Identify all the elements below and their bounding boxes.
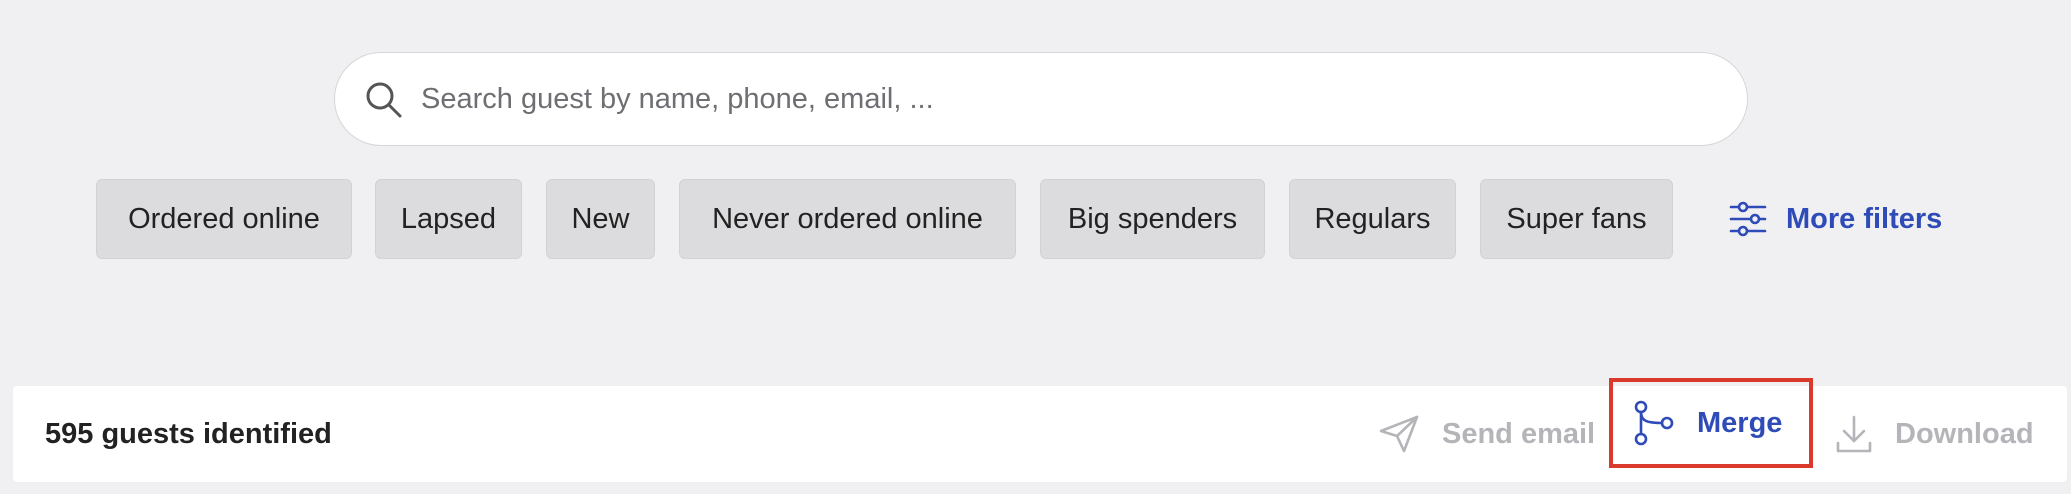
more-filters-label: More filters xyxy=(1786,202,1943,235)
filter-chip-lapsed[interactable]: Lapsed xyxy=(375,179,522,259)
filter-chip-label: Super fans xyxy=(1506,202,1647,235)
send-email-label: Send email xyxy=(1442,417,1596,450)
search-icon xyxy=(366,82,402,118)
results-toolbar: 595 guests identified Send email Merge D… xyxy=(13,378,2067,482)
guest-count: 595 guests identified xyxy=(45,417,332,450)
filter-chip-never-ordered-online[interactable]: Never ordered online xyxy=(679,179,1016,259)
search-input[interactable] xyxy=(421,53,1711,145)
sliders-icon xyxy=(1729,201,1767,237)
merge-button[interactable]: Merge xyxy=(1633,378,1782,468)
filter-chip-label: Ordered online xyxy=(128,202,320,235)
filter-chip-super-fans[interactable]: Super fans xyxy=(1480,179,1673,259)
filter-chip-label: Regulars xyxy=(1314,202,1431,235)
filter-chip-label: Never ordered online xyxy=(712,202,983,235)
filter-chip-label: Big spenders xyxy=(1067,202,1238,235)
merge-label: Merge xyxy=(1697,406,1783,439)
merge-icon xyxy=(1634,400,1674,446)
more-filters-button[interactable]: More filters xyxy=(1728,179,1942,259)
filter-chip-label: New xyxy=(571,202,630,235)
download-label: Download xyxy=(1895,417,2034,450)
filter-chip-new[interactable]: New xyxy=(546,179,655,259)
send-email-button[interactable]: Send email xyxy=(1378,386,1595,482)
guest-search-bar[interactable] xyxy=(334,52,1748,146)
filter-chip-regulars[interactable]: Regulars xyxy=(1289,179,1456,259)
download-button[interactable]: Download xyxy=(1835,386,2034,482)
download-icon xyxy=(1836,415,1872,453)
filter-chip-label: Lapsed xyxy=(400,202,497,235)
filter-chip-big-spenders[interactable]: Big spenders xyxy=(1040,179,1265,259)
filter-chip-ordered-online[interactable]: Ordered online xyxy=(96,179,352,259)
paper-plane-icon xyxy=(1379,415,1419,453)
